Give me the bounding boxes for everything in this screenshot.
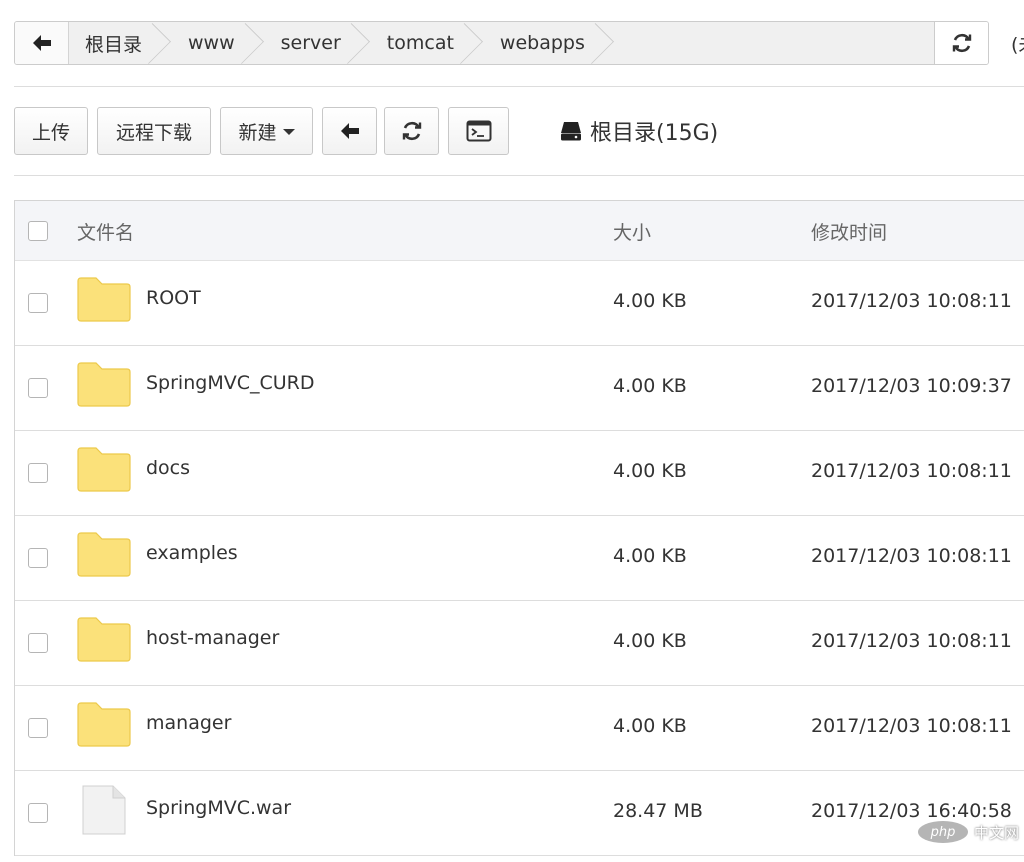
path-breadcrumb-bar: 根目录 www server tomcat webapps <box>14 21 989 65</box>
file-name[interactable]: docs <box>146 457 190 479</box>
row-checkbox[interactable] <box>28 548 48 568</box>
breadcrumb-item-root[interactable]: 根目录 <box>69 22 170 64</box>
table-row[interactable]: ROOT 4.00 KB 2017/12/03 10:08:11 <box>15 261 1024 346</box>
file-mtime: 2017/12/03 10:08:11 <box>811 630 1012 652</box>
remote-download-button[interactable]: 远程下载 <box>97 107 211 155</box>
file-icon <box>82 785 126 835</box>
row-checkbox[interactable] <box>28 803 48 823</box>
arrow-left-icon <box>340 123 359 139</box>
file-mtime: 2017/12/03 16:40:58 <box>811 800 1012 822</box>
file-name[interactable]: SpringMVC.war <box>146 797 291 819</box>
folder-icon <box>77 362 131 407</box>
file-size: 4.00 KB <box>613 715 687 737</box>
table-row[interactable]: docs 4.00 KB 2017/12/03 10:08:11 <box>15 431 1024 516</box>
disk-label: 根目录(15G) <box>590 121 719 146</box>
breadcrumb-item-server[interactable]: server <box>263 22 369 64</box>
caret-down-icon <box>282 129 295 135</box>
file-name[interactable]: manager <box>146 712 231 734</box>
path-truncated-text: (未 <box>1011 34 1024 56</box>
refresh-icon <box>402 121 421 141</box>
file-mtime: 2017/12/03 10:09:37 <box>811 375 1012 397</box>
back-button[interactable] <box>322 107 377 155</box>
file-mtime: 2017/12/03 10:08:11 <box>811 460 1012 482</box>
table-row[interactable]: examples 4.00 KB 2017/12/03 10:08:11 <box>15 516 1024 601</box>
file-size: 4.00 KB <box>613 460 687 482</box>
refresh-button[interactable] <box>384 107 439 155</box>
file-size: 28.47 MB <box>613 800 703 822</box>
watermark-text: 中文网 <box>974 823 1020 842</box>
column-header-size[interactable]: 大小 <box>613 201 651 261</box>
file-mtime: 2017/12/03 10:08:11 <box>811 545 1012 567</box>
column-header-name[interactable]: 文件名 <box>77 201 134 261</box>
terminal-icon <box>466 120 491 142</box>
new-button-label: 新建 <box>238 121 277 144</box>
path-refresh-button[interactable] <box>934 22 988 64</box>
file-name[interactable]: examples <box>146 542 238 564</box>
row-checkbox[interactable] <box>28 718 48 738</box>
row-checkbox[interactable] <box>28 293 48 313</box>
select-all-checkbox[interactable] <box>28 221 48 241</box>
file-size: 4.00 KB <box>613 630 687 652</box>
hdd-icon <box>561 122 581 141</box>
file-table: 文件名 大小 修改时间 ROOT 4.00 KB 2017/12/03 10:0… <box>14 200 1024 856</box>
row-checkbox[interactable] <box>28 633 48 653</box>
file-size: 4.00 KB <box>613 290 687 312</box>
terminal-button[interactable] <box>448 107 509 155</box>
table-row[interactable]: host-manager 4.00 KB 2017/12/03 10:08:11 <box>15 601 1024 686</box>
refresh-icon <box>952 33 971 53</box>
table-row[interactable]: SpringMVC_CURD 4.00 KB 2017/12/03 10:09:… <box>15 346 1024 431</box>
file-name[interactable]: SpringMVC_CURD <box>146 372 314 394</box>
arrow-left-icon <box>32 35 51 51</box>
watermark-badge: php <box>918 821 968 843</box>
new-dropdown-button[interactable]: 新建 <box>220 107 313 155</box>
column-header-mtime[interactable]: 修改时间 <box>811 201 887 261</box>
file-size: 4.00 KB <box>613 545 687 567</box>
disk-indicator: 根目录(15G) <box>560 114 718 148</box>
table-row[interactable]: manager 4.00 KB 2017/12/03 10:08:11 <box>15 686 1024 771</box>
folder-icon <box>77 702 131 747</box>
file-mtime: 2017/12/03 10:08:11 <box>811 715 1012 737</box>
divider <box>14 175 1024 176</box>
watermark: php 中文网 <box>918 820 1019 844</box>
breadcrumb-item-www[interactable]: www <box>170 22 263 64</box>
folder-icon <box>77 447 131 492</box>
file-name[interactable]: host-manager <box>146 627 279 649</box>
table-row[interactable]: SpringMVC.war 28.47 MB 2017/12/03 16:40:… <box>15 771 1024 856</box>
folder-icon <box>77 532 131 577</box>
file-name[interactable]: ROOT <box>146 287 201 309</box>
file-mtime: 2017/12/03 10:08:11 <box>811 290 1012 312</box>
row-checkbox[interactable] <box>28 378 48 398</box>
path-back-button[interactable] <box>15 22 69 64</box>
folder-icon <box>77 617 131 662</box>
upload-button[interactable]: 上传 <box>14 107 88 155</box>
breadcrumb-item-webapps[interactable]: webapps <box>482 22 613 64</box>
breadcrumb: 根目录 www server tomcat webapps <box>69 22 934 64</box>
file-size: 4.00 KB <box>613 375 687 397</box>
breadcrumb-item-tomcat[interactable]: tomcat <box>369 22 482 64</box>
folder-icon <box>77 277 131 322</box>
divider <box>14 86 1024 87</box>
row-checkbox[interactable] <box>28 463 48 483</box>
table-header: 文件名 大小 修改时间 <box>15 201 1024 261</box>
